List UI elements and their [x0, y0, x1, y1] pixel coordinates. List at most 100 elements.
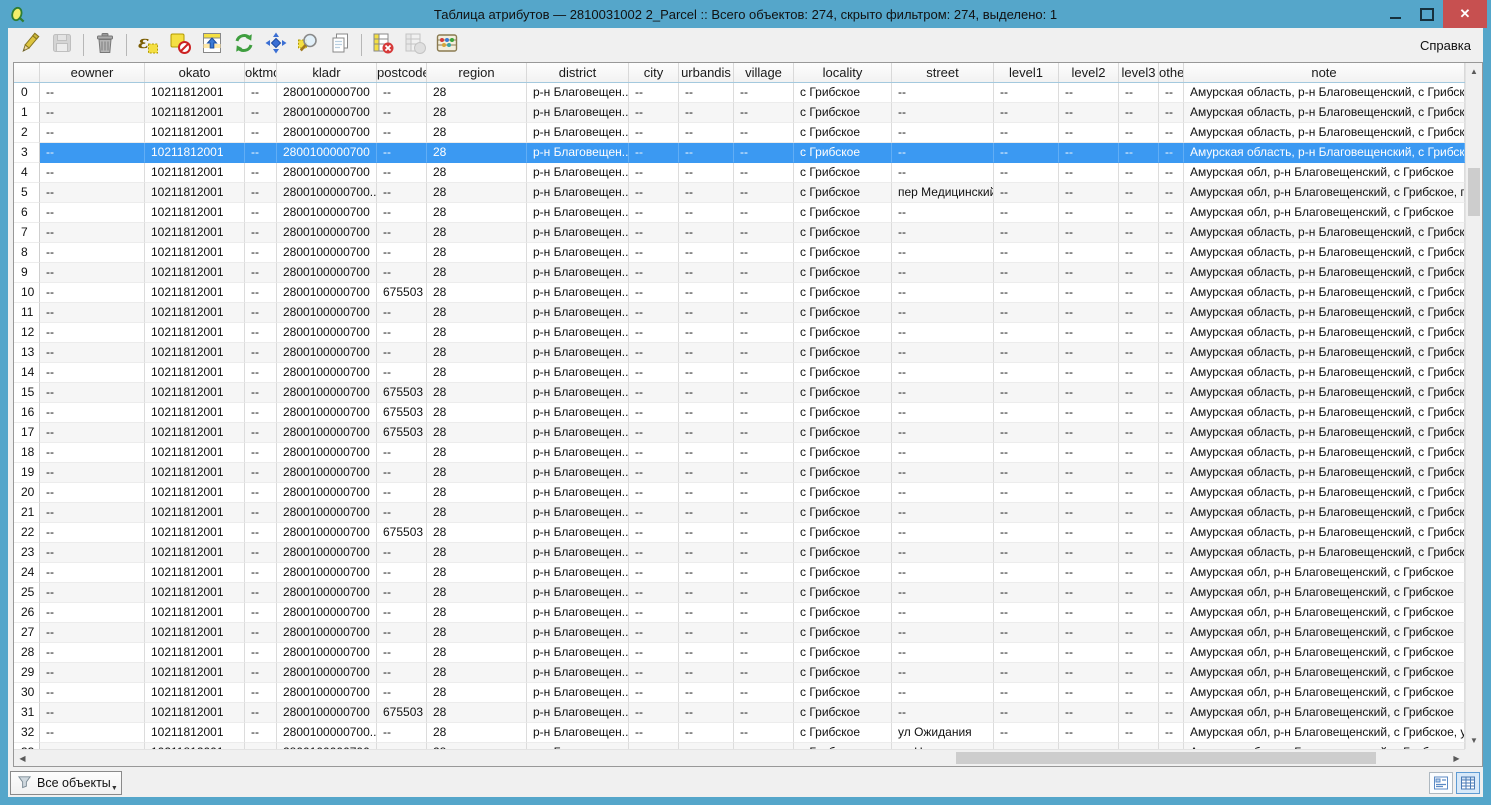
cell-level1[interactable]: -- — [994, 603, 1059, 623]
cell-street[interactable]: -- — [892, 123, 994, 143]
cell-postcode[interactable]: 675503 — [377, 283, 427, 303]
cell-urbandis[interactable]: -- — [679, 403, 734, 423]
column-header-urbandis[interactable]: urbandis — [679, 63, 734, 82]
row-header-26[interactable]: 26 — [14, 603, 40, 623]
cell-kladr[interactable]: 2800100000700 — [277, 623, 377, 643]
cell-kladr[interactable]: 2800100000700 — [277, 163, 377, 183]
cell-kladr[interactable]: 2800100000700 — [277, 563, 377, 583]
cell-street[interactable]: -- — [892, 283, 994, 303]
column-header-city[interactable]: city — [629, 63, 679, 82]
cell-village[interactable]: -- — [734, 423, 794, 443]
cell-eowner[interactable]: -- — [40, 403, 145, 423]
cell-kladr[interactable]: 2800100000700 — [277, 443, 377, 463]
row-header-28[interactable]: 28 — [14, 643, 40, 663]
cell-level1[interactable]: -- — [994, 583, 1059, 603]
cell-district[interactable]: р-н Благовещен... — [527, 103, 629, 123]
cell-region[interactable]: 28 — [427, 323, 527, 343]
scroll-right-icon[interactable]: ▶ — [1448, 750, 1465, 766]
cell-okato[interactable]: 10211812001 — [145, 263, 245, 283]
cell-note[interactable]: Амурская обл, р-н Благовещенский, с Гриб… — [1184, 723, 1465, 743]
column-header-other[interactable]: other — [1159, 63, 1184, 82]
cell-okato[interactable]: 10211812001 — [145, 323, 245, 343]
cell-postcode[interactable]: -- — [377, 563, 427, 583]
cell-region[interactable]: 28 — [427, 703, 527, 723]
cell-district[interactable]: р-н Благовещен... — [527, 463, 629, 483]
cell-okato[interactable]: 10211812001 — [145, 343, 245, 363]
cell-level1[interactable]: -- — [994, 143, 1059, 163]
cell-level1[interactable]: -- — [994, 343, 1059, 363]
cell-note[interactable]: Амурская область, р-н Благовещенский, с … — [1184, 443, 1465, 463]
cell-eowner[interactable]: -- — [40, 283, 145, 303]
cell-city[interactable]: -- — [629, 523, 679, 543]
cell-eowner[interactable]: -- — [40, 563, 145, 583]
cell-district[interactable]: р-н Благовещен... — [527, 523, 629, 543]
cell-level2[interactable]: -- — [1059, 583, 1119, 603]
cell-postcode[interactable]: 675503 — [377, 523, 427, 543]
cell-city[interactable]: -- — [629, 683, 679, 703]
cell-urbandis[interactable]: -- — [679, 163, 734, 183]
cell-locality[interactable]: с Грибское — [794, 703, 892, 723]
cell-city[interactable]: -- — [629, 703, 679, 723]
cell-locality[interactable]: с Грибское — [794, 623, 892, 643]
cell-kladr[interactable]: 2800100000700 — [277, 143, 377, 163]
cell-locality[interactable]: с Грибское — [794, 443, 892, 463]
cell-eowner[interactable]: -- — [40, 363, 145, 383]
cell-urbandis[interactable]: -- — [679, 683, 734, 703]
cell-postcode[interactable]: -- — [377, 203, 427, 223]
cell-level1[interactable]: -- — [994, 523, 1059, 543]
cell-region[interactable]: 28 — [427, 423, 527, 443]
row-header-16[interactable]: 16 — [14, 403, 40, 423]
cell-village[interactable]: -- — [734, 83, 794, 103]
cell-oktmo[interactable]: -- — [245, 163, 277, 183]
cell-level1[interactable]: -- — [994, 263, 1059, 283]
cell-district[interactable]: р-н Благовещен... — [527, 603, 629, 623]
cell-okato[interactable]: 10211812001 — [145, 723, 245, 743]
cell-street[interactable]: -- — [892, 103, 994, 123]
cell-other[interactable]: -- — [1159, 643, 1184, 663]
cell-kladr[interactable]: 2800100000700 — [277, 423, 377, 443]
row-header-4[interactable]: 4 — [14, 163, 40, 183]
cell-kladr[interactable]: 2800100000700 — [277, 383, 377, 403]
cell-street[interactable]: пер Медицинский — [892, 183, 994, 203]
cell-level3[interactable]: -- — [1119, 103, 1159, 123]
cell-region[interactable]: 28 — [427, 403, 527, 423]
cell-locality[interactable]: с Грибское — [794, 523, 892, 543]
cell-note[interactable]: Амурская область, р-н Благовещенский, с … — [1184, 343, 1465, 363]
cell-region[interactable]: 28 — [427, 463, 527, 483]
cell-okato[interactable]: 10211812001 — [145, 643, 245, 663]
cell-other[interactable]: -- — [1159, 163, 1184, 183]
cell-level2[interactable]: -- — [1059, 663, 1119, 683]
row-header-27[interactable]: 27 — [14, 623, 40, 643]
cell-note[interactable]: Амурская область, р-н Благовещенский, с … — [1184, 103, 1465, 123]
scroll-up-icon[interactable]: ▲ — [1466, 63, 1482, 80]
cell-level1[interactable]: -- — [994, 163, 1059, 183]
cell-oktmo[interactable]: -- — [245, 443, 277, 463]
cell-note[interactable]: Амурская область, р-н Благовещенский, с … — [1184, 363, 1465, 383]
cell-district[interactable]: р-н Благовещен... — [527, 183, 629, 203]
cell-postcode[interactable]: -- — [377, 223, 427, 243]
cell-village[interactable]: -- — [734, 463, 794, 483]
column-header-level3[interactable]: level3 — [1119, 63, 1159, 82]
cell-level3[interactable]: -- — [1119, 723, 1159, 743]
cell-level2[interactable]: -- — [1059, 263, 1119, 283]
cell-level1[interactable]: -- — [994, 203, 1059, 223]
cell-note[interactable]: Амурская область, р-н Благовещенский, с … — [1184, 523, 1465, 543]
cell-other[interactable]: -- — [1159, 203, 1184, 223]
cell-postcode[interactable]: -- — [377, 123, 427, 143]
cell-locality[interactable]: с Грибское — [794, 483, 892, 503]
cell-level1[interactable]: -- — [994, 223, 1059, 243]
cell-oktmo[interactable]: -- — [245, 363, 277, 383]
cell-city[interactable]: -- — [629, 163, 679, 183]
cell-oktmo[interactable]: -- — [245, 243, 277, 263]
cell-district[interactable]: р-н Благовещен... — [527, 163, 629, 183]
table-view-toggle[interactable] — [1456, 772, 1480, 794]
cell-region[interactable]: 28 — [427, 603, 527, 623]
cell-level3[interactable]: -- — [1119, 123, 1159, 143]
cell-note[interactable]: Амурская область, р-н Благовещенский, с … — [1184, 423, 1465, 443]
cell-level1[interactable]: -- — [994, 323, 1059, 343]
cell-district[interactable]: р-н Благовещен... — [527, 243, 629, 263]
cell-note[interactable]: Амурская область, р-н Благовещенский, с … — [1184, 403, 1465, 423]
row-header-5[interactable]: 5 — [14, 183, 40, 203]
cell-city[interactable]: -- — [629, 83, 679, 103]
cell-kladr[interactable]: 2800100000700 — [277, 683, 377, 703]
